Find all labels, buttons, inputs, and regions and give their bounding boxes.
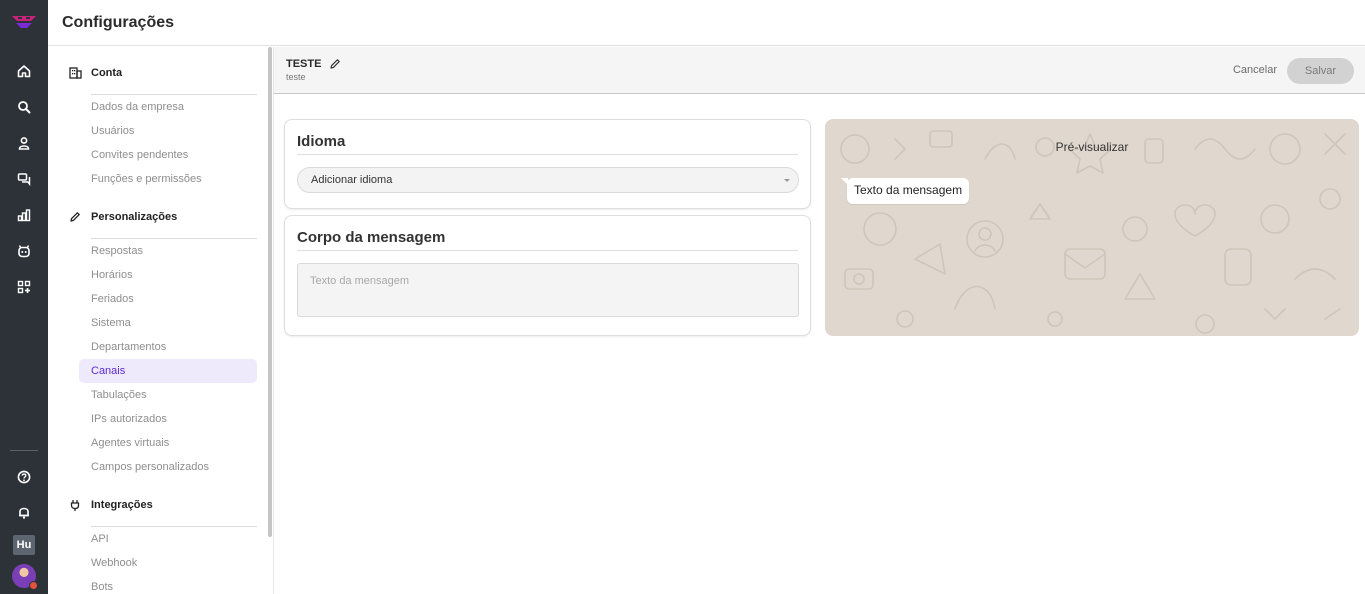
bot-icon[interactable]: [14, 241, 34, 261]
sidebar-item-agentes-virtuais[interactable]: Agentes virtuais: [68, 431, 256, 455]
section-title: Personalizações: [91, 211, 178, 223]
apps-icon[interactable]: [14, 277, 34, 297]
preview-message-bubble: Texto da mensagem: [840, 178, 970, 204]
search-icon[interactable]: [14, 97, 34, 117]
message-body-input[interactable]: [297, 263, 799, 317]
rail-divider: [10, 450, 38, 451]
help-icon[interactable]: [14, 467, 34, 487]
language-select[interactable]: Adicionar idioma: [297, 167, 799, 193]
sidebar-item-horarios[interactable]: Horários: [68, 263, 256, 287]
section-integracoes: Integrações API Webhook Bots: [68, 495, 258, 594]
bell-icon[interactable]: [14, 502, 34, 522]
avatar[interactable]: [12, 564, 38, 590]
sidebar-border: [273, 47, 274, 594]
language-select-value: Adicionar idioma: [311, 174, 393, 186]
caret-down-icon: [784, 179, 790, 182]
settings-sidebar: Conta Dados da empresa Usuários Convites…: [48, 47, 268, 594]
app-rail: Hu: [0, 0, 48, 594]
language-card-title: Idioma: [297, 133, 346, 150]
preview-title: Pré-visualizar: [1055, 140, 1129, 154]
section-title: Conta: [91, 67, 123, 79]
sidebar-item-bots[interactable]: Bots: [68, 575, 256, 594]
message-preview: Pré-visualizar Texto da mensagem: [825, 119, 1359, 336]
section-personalizacoes: Personalizações Respostas Horários Feria…: [68, 207, 258, 479]
home-icon[interactable]: [14, 61, 34, 81]
sidebar-item-respostas[interactable]: Respostas: [68, 239, 256, 263]
save-button[interactable]: Salvar: [1287, 58, 1354, 84]
sidebar-item-convites-pendentes[interactable]: Convites pendentes: [68, 143, 256, 167]
building-icon: [68, 66, 82, 80]
section-header-conta[interactable]: Conta: [68, 63, 258, 83]
section-conta: Conta Dados da empresa Usuários Convites…: [68, 63, 258, 191]
cancel-button[interactable]: Cancelar: [1233, 64, 1277, 76]
section-header-integracoes[interactable]: Integrações: [68, 495, 258, 515]
content-header: TESTE teste Cancelar Salvar: [274, 47, 1365, 94]
card-divider: [297, 154, 798, 155]
section-title: Integrações: [91, 499, 153, 511]
sidebar-item-funcoes-e-permissoes[interactable]: Funções e permissões: [68, 167, 256, 191]
channel-subtitle: teste: [286, 72, 306, 82]
sidebar-item-tabulacoes[interactable]: Tabulações: [68, 383, 256, 407]
sidebar-scrollbar[interactable]: [268, 47, 272, 537]
message-body-card-title: Corpo da mensagem: [297, 229, 446, 246]
top-header: Configurações: [48, 0, 1365, 46]
contacts-icon[interactable]: [14, 133, 34, 153]
card-divider: [297, 250, 798, 251]
plug-icon: [68, 498, 82, 512]
sidebar-item-departamentos[interactable]: Departamentos: [68, 335, 256, 359]
section-header-personalizacoes[interactable]: Personalizações: [68, 207, 258, 227]
page-title: Configurações: [62, 14, 175, 31]
sidebar-item-campos-personalizados[interactable]: Campos personalizados: [68, 455, 256, 479]
sidebar-item-feriados[interactable]: Feriados: [68, 287, 256, 311]
channel-title: TESTE: [286, 58, 322, 70]
sidebar-item-dados-da-empresa[interactable]: Dados da empresa: [68, 95, 256, 119]
sidebar-item-sistema[interactable]: Sistema: [68, 311, 256, 335]
sidebar-item-canais[interactable]: Canais: [79, 359, 257, 383]
app-logo[interactable]: [11, 14, 37, 30]
language-card: Idioma Adicionar idioma: [284, 119, 811, 209]
status-dot: [29, 581, 38, 590]
message-body-card: Corpo da mensagem: [284, 215, 811, 336]
pencil-icon: [68, 210, 82, 224]
reports-icon[interactable]: [14, 205, 34, 225]
edit-pencil-icon[interactable]: [329, 58, 341, 70]
sidebar-item-api[interactable]: API: [68, 527, 256, 551]
sidebar-item-ips-autorizados[interactable]: IPs autorizados: [68, 407, 256, 431]
workspace-badge[interactable]: Hu: [13, 535, 35, 555]
channel-title-row: TESTE: [286, 58, 341, 70]
sidebar-item-usuarios[interactable]: Usuários: [68, 119, 256, 143]
chats-icon[interactable]: [14, 169, 34, 189]
sidebar-item-webhook[interactable]: Webhook: [68, 551, 256, 575]
